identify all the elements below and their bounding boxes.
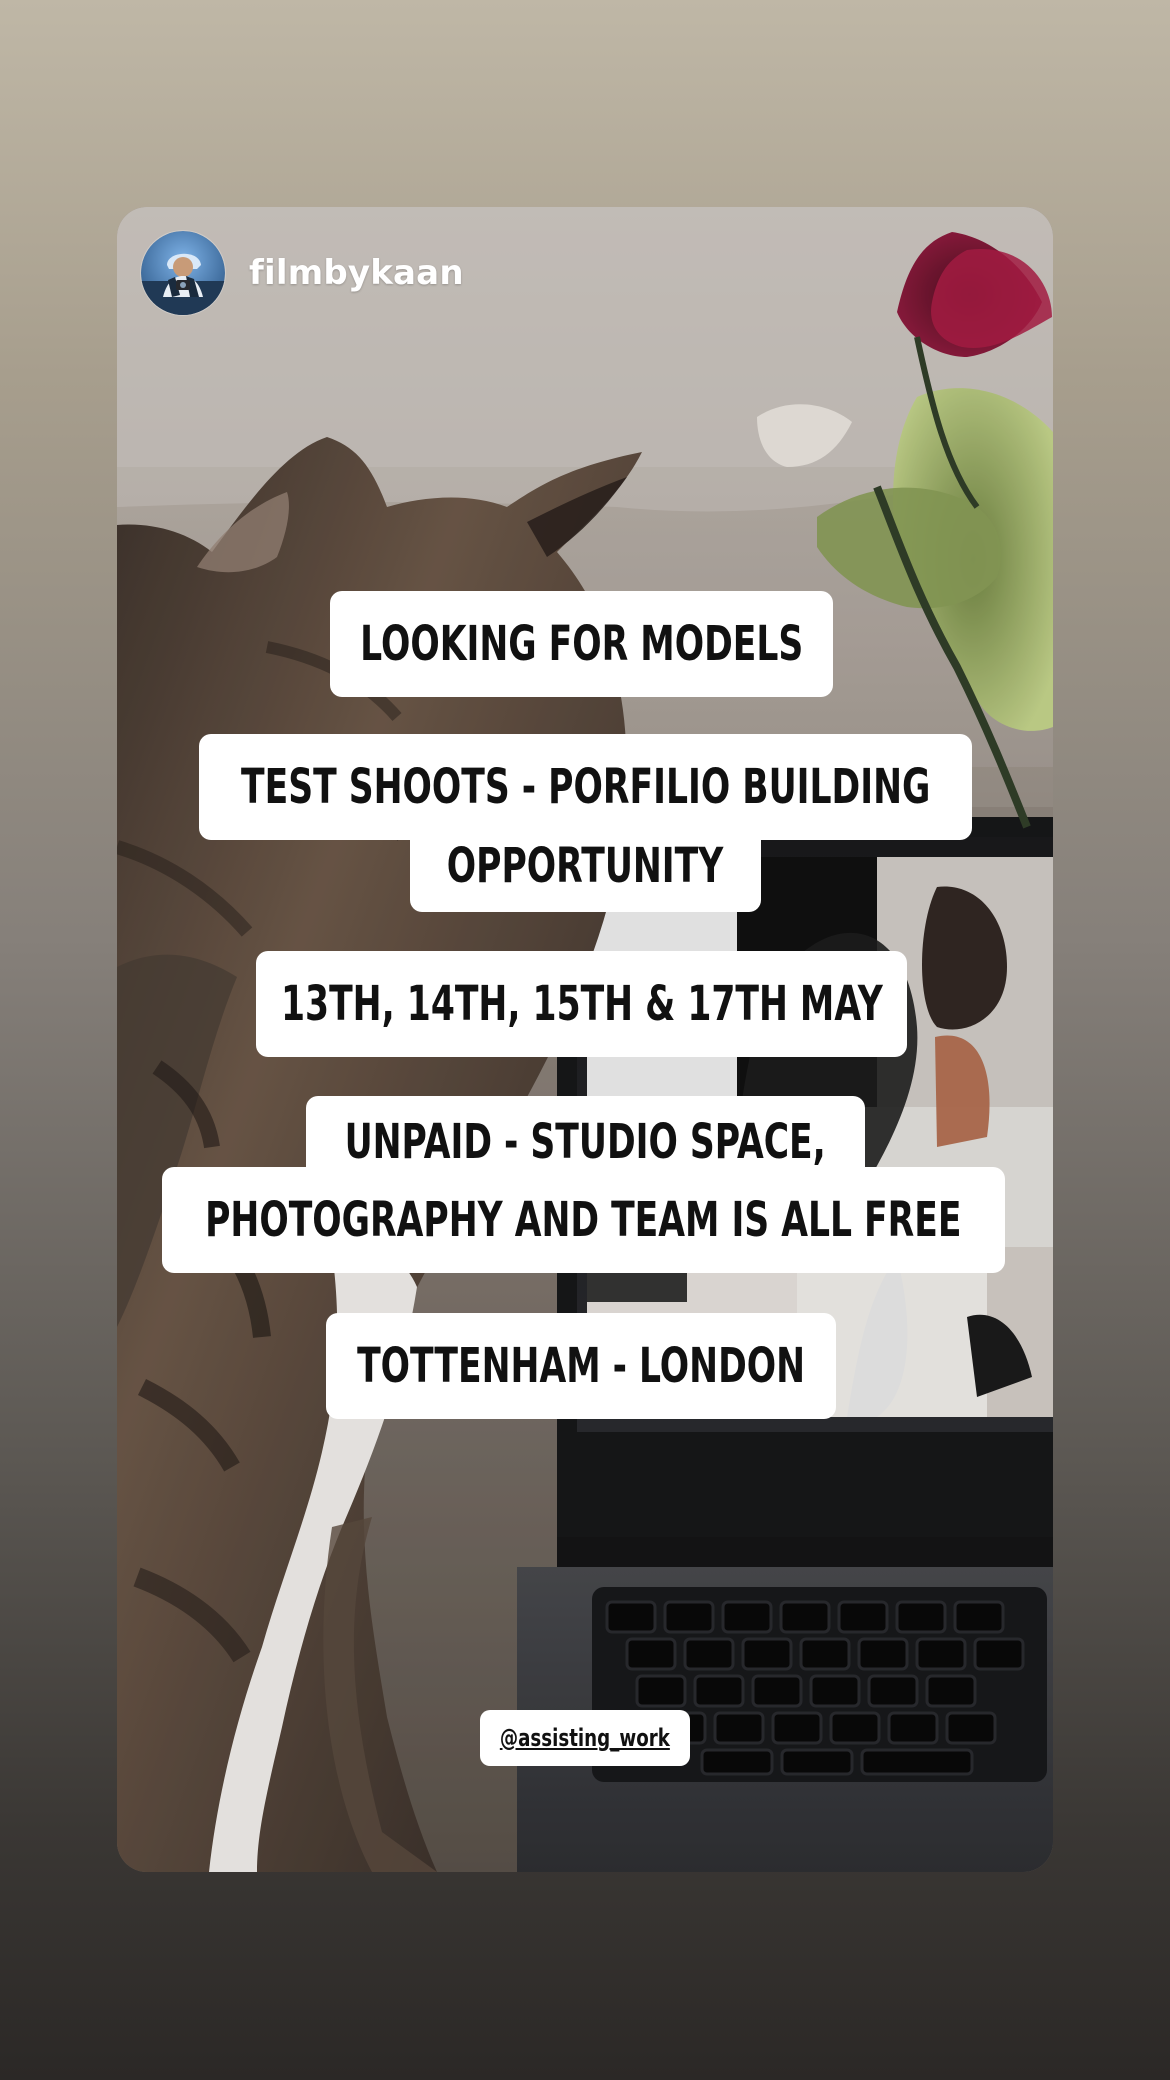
- caption-text: PHOTOGRAPHY AND TEAM IS ALL FREE: [205, 1192, 962, 1248]
- caption-looking-for-models: LOOKING FOR MODELS: [330, 591, 833, 697]
- mention-tag[interactable]: @assisting_work: [480, 1710, 690, 1766]
- caption-text: LOOKING FOR MODELS: [359, 616, 804, 672]
- caption-text: OPPORTUNITY: [447, 838, 724, 894]
- caption-text: TOTTENHAM - LONDON: [357, 1338, 806, 1394]
- caption-dates: 13TH, 14TH, 15TH & 17TH MAY: [256, 951, 907, 1057]
- caption-location: TOTTENHAM - LONDON: [326, 1313, 836, 1419]
- profile-avatar-image: [141, 231, 225, 315]
- caption-text: 13TH, 14TH, 15TH & 17TH MAY: [280, 976, 883, 1032]
- caption-free-team: PHOTOGRAPHY AND TEAM IS ALL FREE: [162, 1167, 1005, 1273]
- username[interactable]: filmbykaan: [249, 253, 464, 293]
- story-card[interactable]: filmbykaan LOOKING FOR MODELS TEST SHOOT…: [117, 207, 1053, 1872]
- profile-avatar[interactable]: [141, 231, 225, 315]
- caption-text: UNPAID - STUDIO SPACE,: [344, 1114, 827, 1170]
- mention-text[interactable]: @assisting_work: [500, 1724, 670, 1752]
- caption-opportunity: OPPORTUNITY: [410, 820, 761, 912]
- story-header: filmbykaan: [141, 231, 464, 315]
- caption-text: TEST SHOOTS - PORFILIO BUILDING: [240, 759, 931, 815]
